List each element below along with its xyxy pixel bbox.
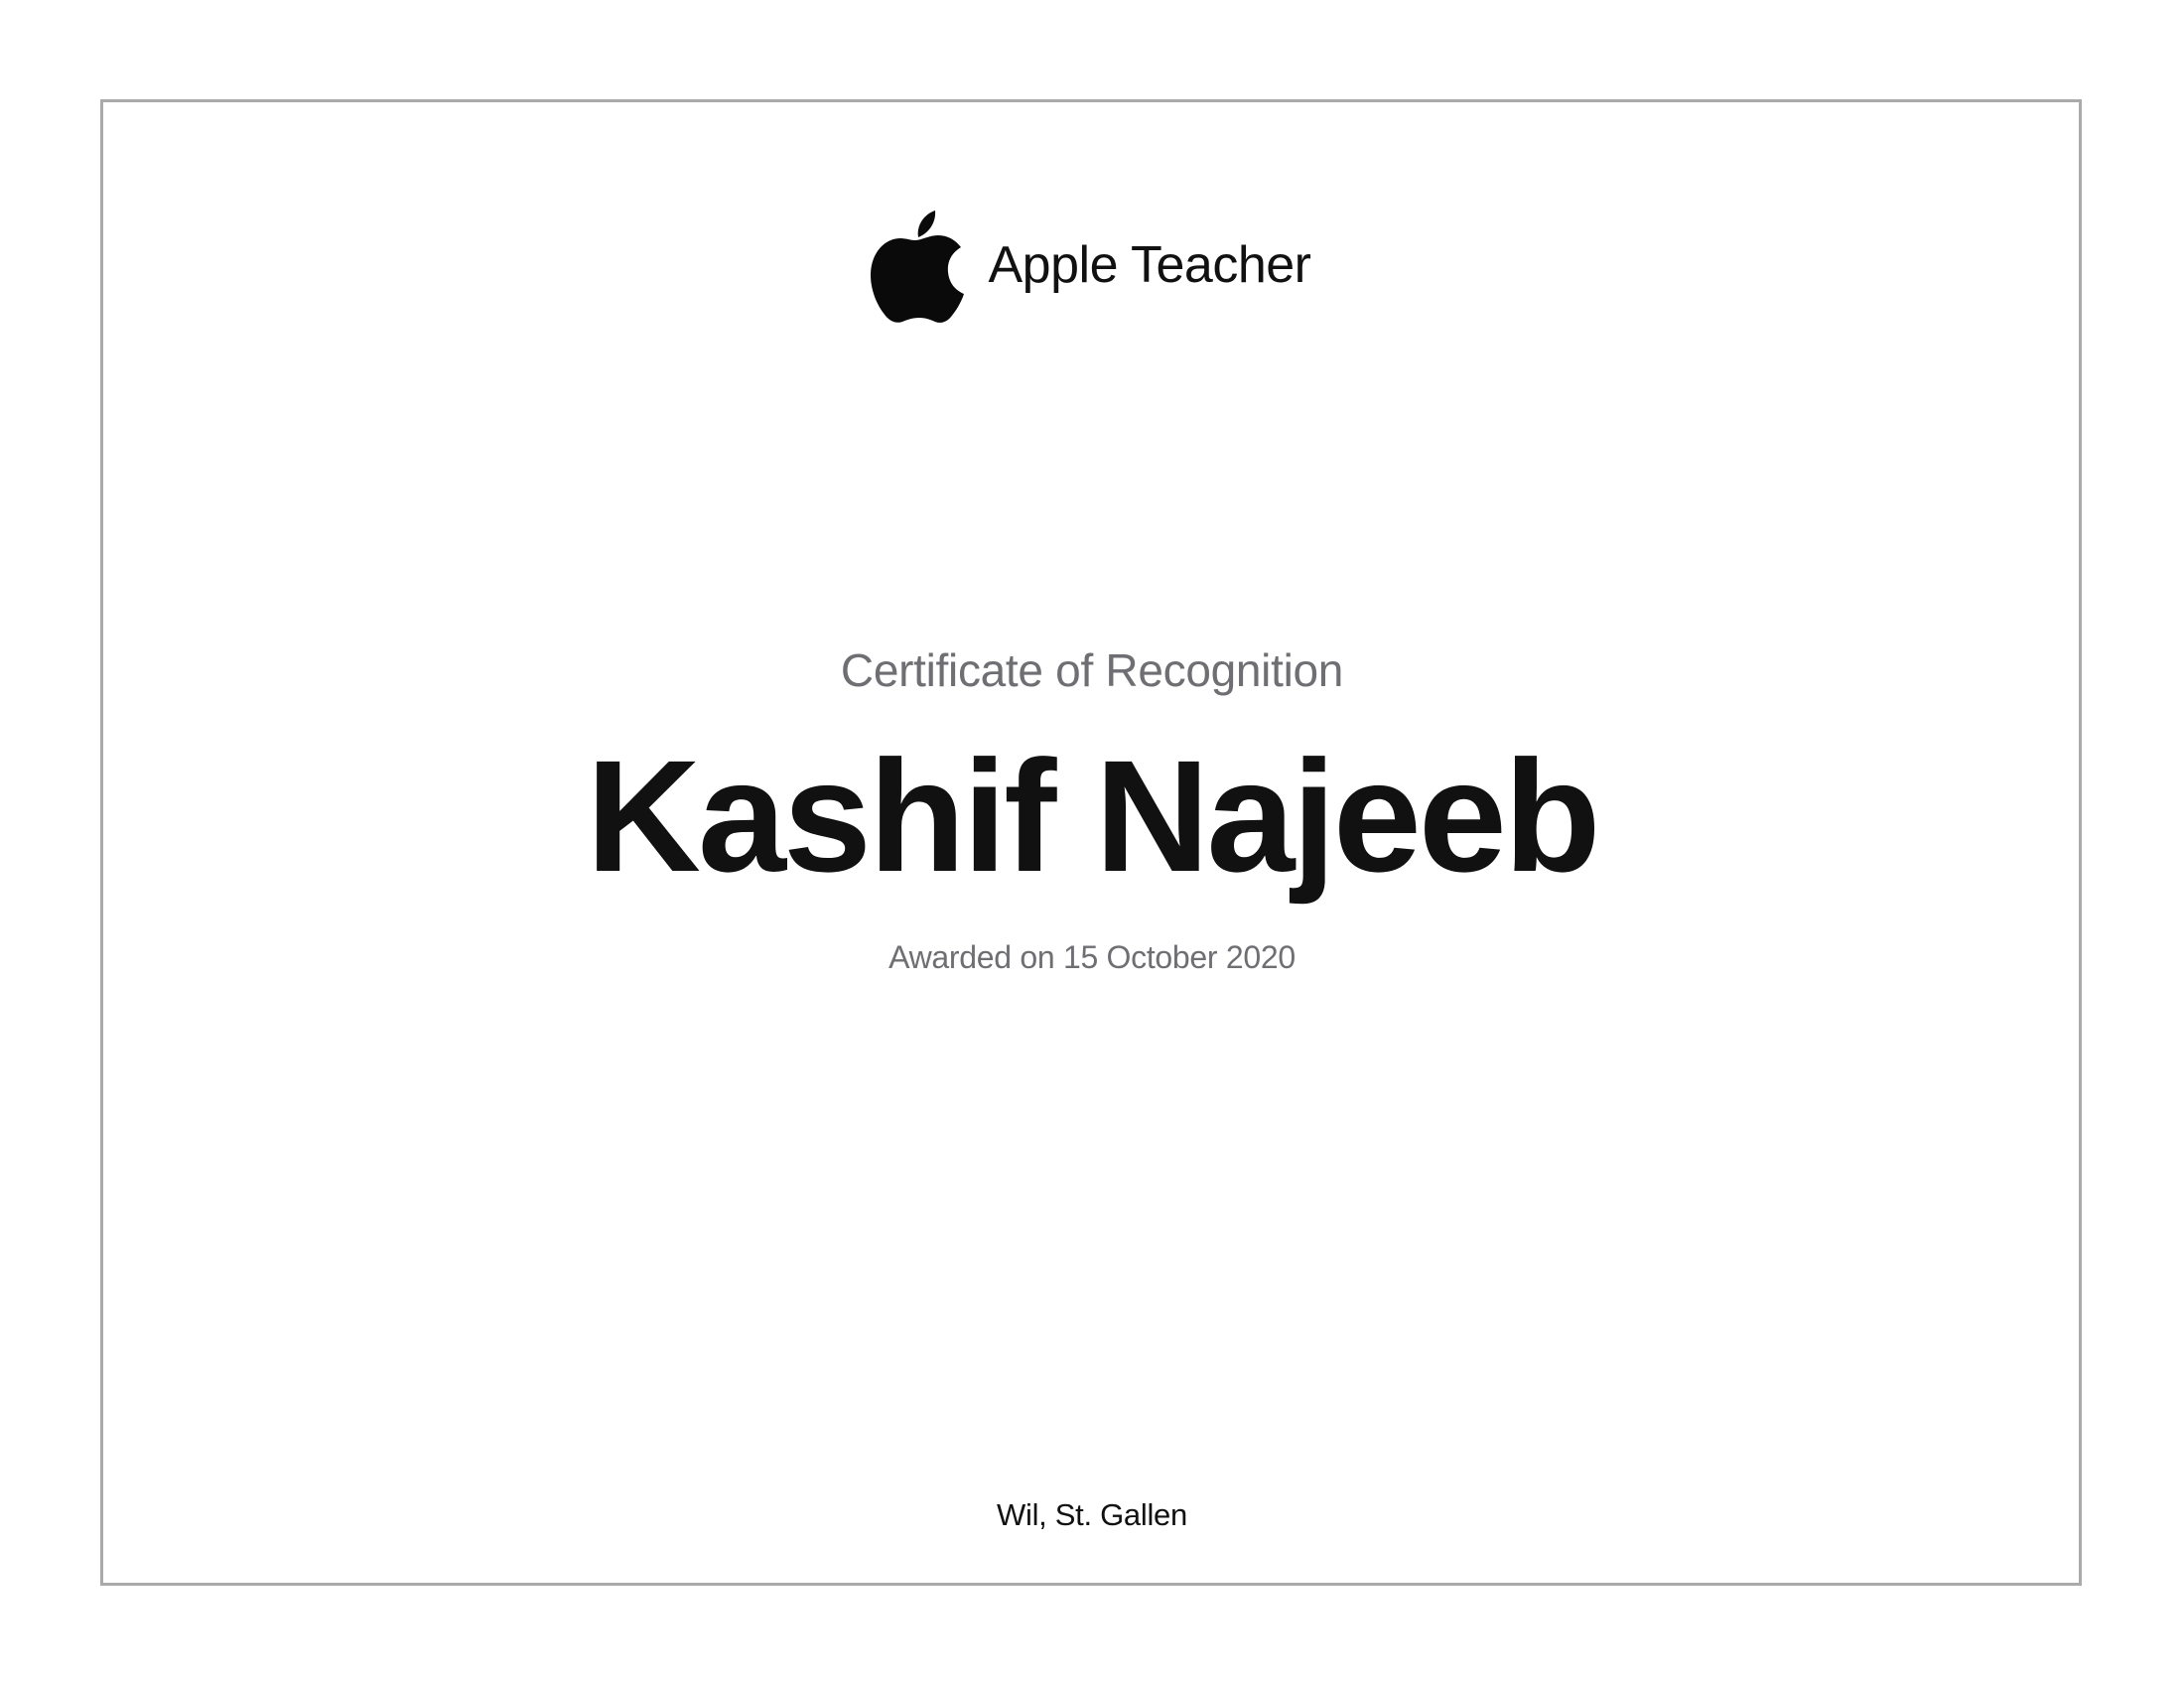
certificate-subtitle: Certificate of Recognition — [840, 644, 1344, 696]
award-date: Awarded on 15 October 2020 — [888, 939, 1296, 975]
recipient-name: Kashif Najeeb — [586, 727, 1600, 905]
award-location: Wil, St. Gallen — [997, 1497, 1187, 1532]
apple-logo-icon — [870, 210, 964, 323]
certificate-page: Apple Teacher Certificate of Recognition… — [0, 0, 2184, 1688]
brand-header: Apple Teacher — [0, 206, 2184, 325]
brand-name: Apple Teacher — [988, 236, 1312, 294]
brand-lockup: Apple Teacher — [870, 209, 1311, 323]
